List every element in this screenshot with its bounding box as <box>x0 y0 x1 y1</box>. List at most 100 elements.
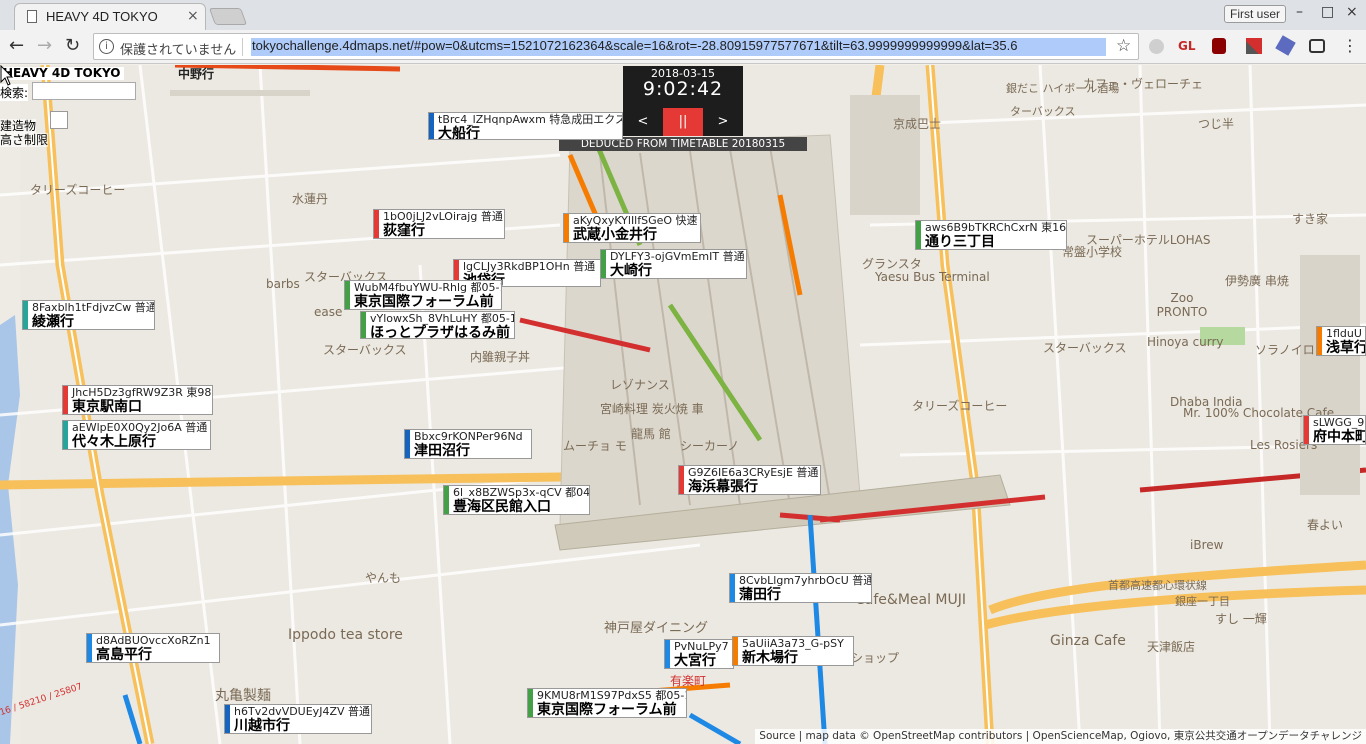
map-label: すき家 <box>1292 212 1329 226</box>
train-label[interactable]: JhcH5Dz3gfRW9Z3R 東98 東京駅南口 <box>62 385 213 415</box>
close-tab-icon[interactable]: × <box>187 8 199 24</box>
train-label[interactable]: 5aUiiA3a73_G-pSY 新木場行 <box>732 636 854 666</box>
info-icon[interactable]: i <box>99 39 114 54</box>
train-label[interactable]: 8CvbLlgm7yhrbOcU 普通 蒲田行 <box>729 573 872 603</box>
new-tab-button[interactable] <box>208 8 248 25</box>
train-label[interactable]: d8AdBUOvccXoRZn1 高島平行 <box>86 633 220 663</box>
train-destination: 新木場行 <box>742 650 798 666</box>
train-id: WubM4fbuYWU-Rhlg <box>354 281 468 294</box>
train-label[interactable]: aKyQxyKYlIlfSGeO 快速 武蔵小金井行 <box>563 213 701 243</box>
reload-icon[interactable]: ↻ <box>65 35 80 56</box>
current-time: 9:02:42 <box>642 78 724 100</box>
layer-toggle-button[interactable] <box>50 111 68 129</box>
train-id: 5aUiiA3a73_G-pSY <box>742 637 844 650</box>
ublock-icon[interactable] <box>1212 38 1226 54</box>
map-label: ショップ <box>851 651 900 665</box>
map-label: やんも <box>365 571 402 585</box>
close-window-icon[interactable]: × <box>1346 4 1358 20</box>
map-label: 神戸屋ダイニング <box>604 621 709 636</box>
map-label: Zoo PRONTO <box>1156 291 1208 319</box>
profile-button[interactable]: First user <box>1224 5 1287 23</box>
security-status[interactable]: 保護されていません <box>120 39 236 58</box>
train-label[interactable]: 6l_x8BZWSp3x-qCV 都04 豊海区民館入口 <box>443 485 590 515</box>
back-icon[interactable]: ← <box>9 35 24 56</box>
train-destination: 綾瀬行 <box>32 314 74 330</box>
train-id: 8CvbLlgm7yhrbOcU <box>739 574 849 587</box>
eyedropper-icon[interactable] <box>1246 38 1262 54</box>
train-label[interactable]: vYlowxSh_8VhLuHY 都05-1 ほっとプラザはるみ前 <box>360 311 515 339</box>
train-type: 都04 <box>565 486 590 499</box>
browser-toolbar: ← → ↻ i 保護されていません tokyochallenge.4dmaps.… <box>0 30 1366 64</box>
mouse-cursor-icon <box>0 65 14 86</box>
minimize-icon[interactable]: – <box>1296 4 1303 20</box>
browser-tab[interactable]: HEAVY 4D TOKYO × <box>14 3 206 30</box>
map-label: Hinoya curry <box>1147 335 1224 349</box>
train-label[interactable]: 9KMU8rM1S97PdxS5 都05-1 東京国際フォーラム前 <box>527 688 687 718</box>
url-text[interactable]: tokyochallenge.4dmaps.net/#pow=0&utcms=1… <box>251 38 1106 56</box>
tab-bar: HEAVY 4D TOKYO × First user – □ × <box>0 0 1366 30</box>
step-back-button[interactable]: < <box>623 108 663 136</box>
map-label: 銀だこ ハイボール酒場 <box>1006 82 1120 95</box>
train-label[interactable]: 8Faxblh1tFdjvzCw 普通 綾瀬行 <box>22 300 155 330</box>
map-label: 宮崎料理 炭火焼 車 <box>600 402 704 416</box>
train-label[interactable]: sLWGG_9 府中本町 <box>1303 415 1366 445</box>
map-label: スターバックス <box>1043 341 1127 355</box>
train-destination: 大崎行 <box>610 263 652 279</box>
train-type: 普通 <box>796 466 819 479</box>
menu-icon[interactable]: ⋮ <box>1342 36 1358 55</box>
train-destination: 代々木上原行 <box>72 434 156 450</box>
train-label[interactable]: 1flduU 浅草行 <box>1316 326 1366 356</box>
train-type: 快速 <box>675 214 698 227</box>
train-label[interactable]: WubM4fbuYWU-Rhlg 都05-1 東京国際フォーラム前 <box>344 280 502 310</box>
map-label: Ginza Cafe <box>1050 633 1126 649</box>
maximize-icon[interactable]: □ <box>1321 4 1334 20</box>
train-label[interactable]: aws6B9bTKRChCxrN 東16 通り三丁目 <box>915 220 1067 250</box>
train-id: 9KMU8rM1S97PdxS5 <box>537 689 652 702</box>
train-label[interactable]: 1bO0jLJ2vLOirajg 普通 荻窪行 <box>373 209 505 239</box>
map-label: 天津飯店 <box>1147 640 1196 654</box>
bookmark-star-icon[interactable]: ☆ <box>1116 36 1131 56</box>
train-label[interactable]: G9Z6IE6a3CRyEsjE 普通 海浜幕張行 <box>678 465 821 495</box>
train-label[interactable]: DYLFY3-ojGVmEmIT 普通 大崎行 <box>600 249 747 279</box>
train-destination: 通り三丁目 <box>925 234 995 250</box>
map-label: 丸亀製麺 <box>215 688 271 704</box>
map-label: すし 一輝 <box>1215 612 1267 626</box>
train-id: JhcH5Dz3gfRW9Z3R <box>72 386 183 399</box>
train-id: sLWGG_9 <box>1313 416 1365 429</box>
map-label: 伊勢廣 串焼 <box>1225 274 1289 288</box>
train-label[interactable]: aEWlpE0X0Qy2Jo6A 普通 代々木上原行 <box>62 420 211 450</box>
map-label: Ippodo tea store <box>288 627 403 643</box>
search-input[interactable] <box>32 82 136 100</box>
divider <box>242 38 243 56</box>
building-label-line1: 建造物 <box>0 119 37 133</box>
map-label: 銀座一丁目 <box>1175 595 1230 608</box>
train-destination: 高島平行 <box>96 647 152 663</box>
train-label[interactable]: PvNuLPy7 大宮行 <box>664 639 734 669</box>
train-id: 8Faxblh1tFdjvzCw <box>32 301 132 314</box>
gl-extension-icon[interactable]: GL <box>1178 39 1196 53</box>
train-type: 普通 <box>185 421 208 434</box>
map-attribution[interactable]: Source | map data © OpenStreetMap contri… <box>755 729 1366 744</box>
train-destination: 大船行 <box>438 126 480 140</box>
train-label[interactable]: h6Tv2dvVDUEyJ4ZV 普通 川越市行 <box>224 704 372 734</box>
train-type: 特急成田エクスプ <box>549 113 622 126</box>
map-viewport[interactable]: HEAVY 4D TOKYO 検索: 建造物 高さ制限 2018-03-15 9… <box>0 65 1366 744</box>
train-label[interactable]: Bbxc9rKONPer96Nd 津田沼行 <box>404 429 532 459</box>
map-label: 内雖親子丼 <box>470 350 531 364</box>
map-label: 首都高速都心環状線 <box>1108 579 1207 592</box>
train-destination: 東京駅南口 <box>72 399 142 415</box>
cast-icon[interactable] <box>1309 39 1325 53</box>
train-label[interactable]: tBrc4_lZHqnpAwxm 特急成田エクスプ 大船行 <box>428 112 623 140</box>
train-id: aKyQxyKYlIlfSGeO <box>573 214 673 227</box>
extension-grey-icon[interactable] <box>1149 39 1164 54</box>
pause-button[interactable]: || <box>663 108 703 136</box>
building-height-label: 建造物 高さ制限 <box>0 119 49 147</box>
step-forward-button[interactable]: > <box>703 108 743 136</box>
hex-extension-icon[interactable] <box>1275 35 1296 56</box>
forward-icon[interactable]: → <box>37 35 52 56</box>
train-id: PvNuLPy7 <box>674 640 729 653</box>
address-bar[interactable]: i 保護されていません tokyochallenge.4dmaps.net/#p… <box>93 33 1139 60</box>
train-destination: 海浜幕張行 <box>688 479 758 495</box>
train-type: 東16 <box>1041 221 1067 234</box>
train-id: d8AdBUOvccXoRZn1 <box>96 634 211 647</box>
